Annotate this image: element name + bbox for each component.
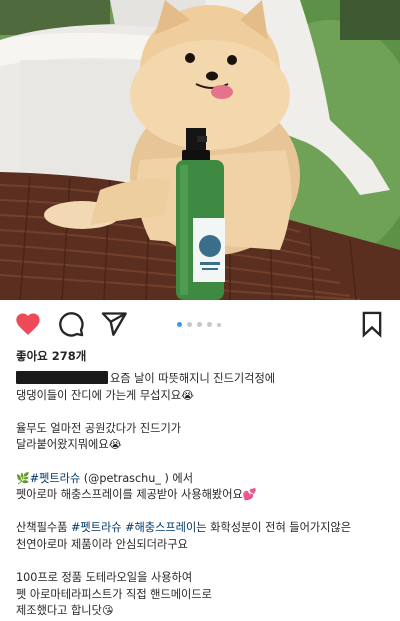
pomeranian-photo (0, 0, 400, 300)
herb-emoji: 🌿 (16, 471, 30, 485)
comment-bubble-icon[interactable] (57, 310, 85, 338)
caption-line: 달라붙어왔지뭐에요😭 (16, 438, 122, 452)
carousel-dot (207, 322, 212, 327)
caption-line: 100프로 정품 도테라오일을 사용하여 (16, 571, 193, 585)
caption-line: 댕댕이들이 잔디에 가는게 무섭지요😭 (16, 388, 195, 402)
caption-line: 율무도 얼마전 공원갔다가 진드기가 (16, 421, 182, 435)
hashtag-link[interactable]: #펫트라슈 (71, 521, 122, 534)
carousel-dot (197, 322, 202, 327)
post-photo[interactable] (0, 0, 400, 300)
bookmark-icon[interactable] (358, 310, 386, 338)
caption-line: 산책필수품 #펫트라슈 #해충스프레이는 화학성분이 전혀 들어가지않은 (16, 520, 392, 537)
hashtag-link[interactable]: #펫트라슈 (30, 472, 81, 485)
username-redacted[interactable] (16, 371, 108, 384)
caption-line: 🌿#펫트라슈 (@petraschu_ ) 에서 (16, 471, 392, 488)
caption-text: (@petraschu_ ) 에서 (80, 471, 194, 485)
likes-count[interactable]: 좋아요 278개 (16, 348, 86, 364)
carousel-dot (217, 322, 221, 327)
caption-text: 요즘 날이 따뜻해지니 진드기걱정에 (110, 372, 276, 385)
carousel-indicator (177, 322, 221, 327)
caption-line: 요즘 날이 따뜻해지니 진드기걱정에 (16, 371, 392, 388)
post-action-bar (0, 304, 400, 344)
caption-line: 펫 아로마테라피스트가 직접 핸드메이드로 (16, 587, 212, 601)
caption-line: 제조했다고 합니닷😘 (16, 604, 114, 618)
carousel-dot (177, 322, 182, 327)
carousel-dot (187, 322, 192, 327)
heart-filled-icon[interactable] (14, 310, 42, 338)
paper-plane-icon[interactable] (100, 310, 128, 338)
post-caption: 요즘 날이 따뜻해지니 진드기걱정에 댕댕이들이 잔디에 가는게 무섭지요😭 율… (16, 371, 392, 620)
hashtag-link[interactable]: #해충스프레이 (125, 521, 196, 534)
caption-text: 는 화학성분이 전혀 들어가지않은 (196, 521, 352, 535)
caption-line: 천연아로마 제품이라 안심되더라구요 (16, 537, 188, 551)
caption-line: 펫아로마 해충스프레이를 제공받아 사용해봤어요💕 (16, 488, 257, 502)
caption-text: 산책필수품 (16, 521, 72, 535)
